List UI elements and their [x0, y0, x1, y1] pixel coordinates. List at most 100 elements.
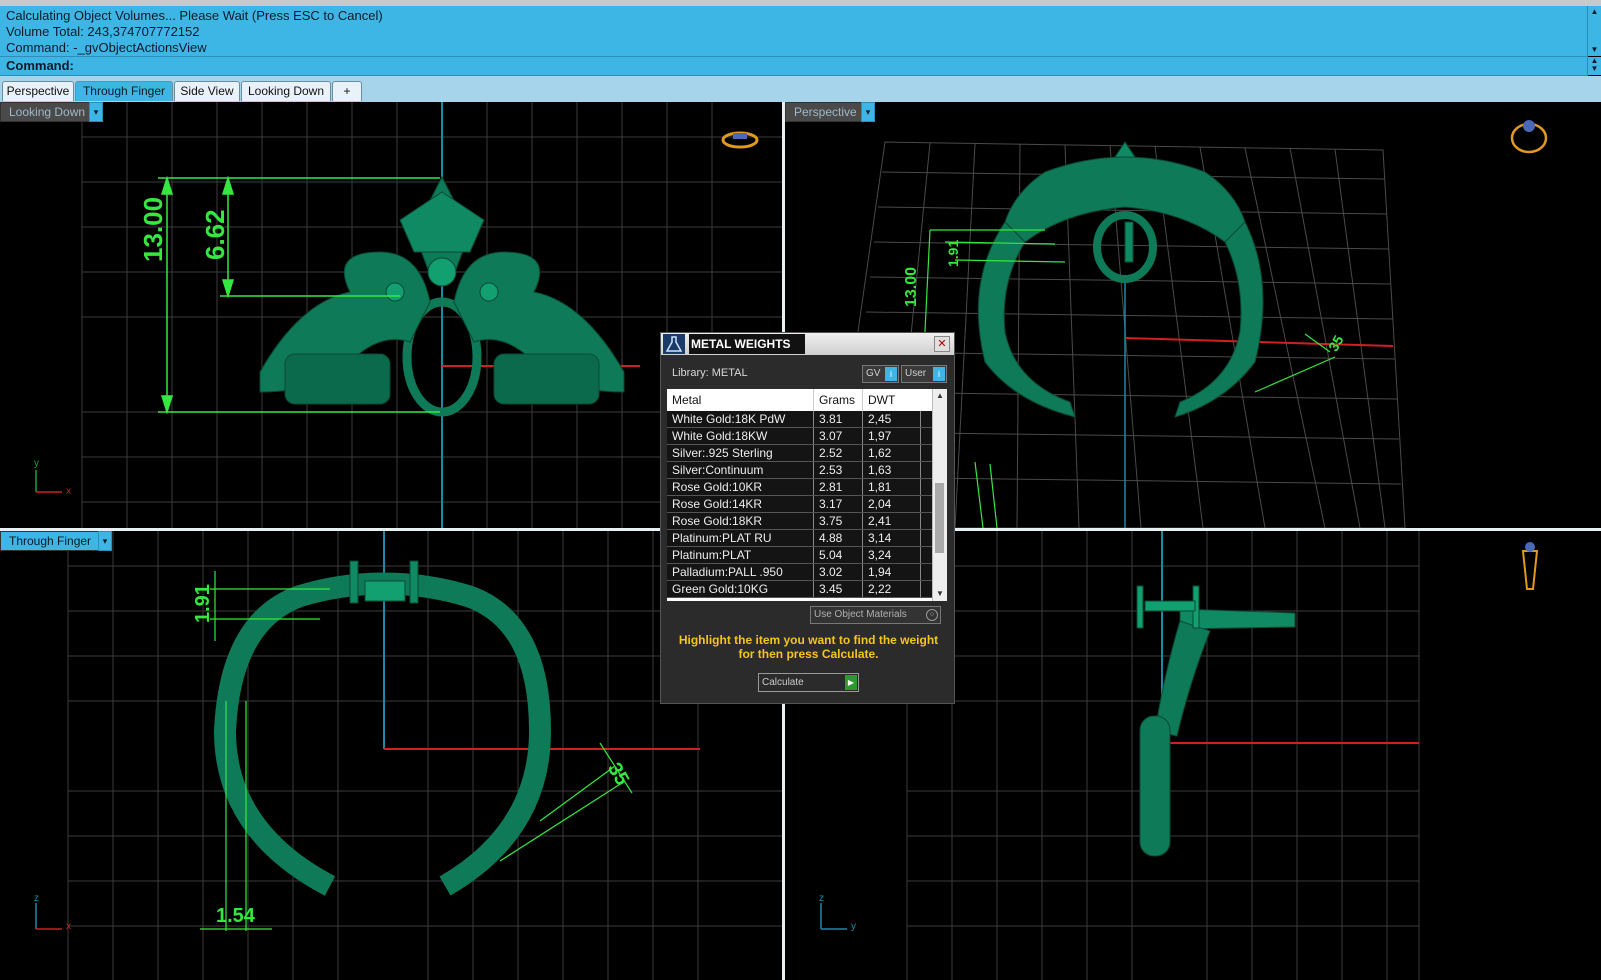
metal-table: Metal Grams DWT White Gold:18K PdW 3.81 2,… [667, 389, 947, 601]
cell-metal: Platinum:PLAT RU [667, 530, 814, 546]
command-spinner[interactable]: ▲ ▼ [1587, 57, 1601, 75]
library-label: Library: METAL [672, 367, 748, 379]
table-row[interactable]: Rose Gold:18KR 3.75 2,41 [667, 513, 933, 530]
cell-dwt: 1,94 [863, 564, 921, 580]
info-icon: i [933, 367, 945, 381]
table-row[interactable]: White Gold:18K PdW 3.81 2,45 [667, 411, 933, 428]
column-metal[interactable]: Metal [667, 389, 814, 411]
cell-dwt: 1,81 [863, 479, 921, 495]
dialog-title-bar[interactable]: METAL WEIGHTS ✕ [661, 333, 954, 355]
table-row[interactable]: Silver:.925 Sterling 2.52 1,62 [667, 445, 933, 462]
table-scrollbar[interactable]: ▲ ▼ [932, 389, 947, 601]
cell-dwt: 2,22 [863, 581, 921, 597]
radio-icon: ○ [926, 609, 938, 621]
axis-z-label: z [34, 893, 39, 904]
cell-grams: 3.75 [814, 513, 863, 529]
cell-metal: Green Gold:10KG [667, 581, 814, 597]
scroll-up-icon[interactable]: ▲ [1588, 8, 1601, 16]
table-row[interactable]: Rose Gold:14KR 3.17 2,04 [667, 496, 933, 513]
cell-grams: 3.45 [814, 581, 863, 597]
cell-grams: 2.81 [814, 479, 863, 495]
command-history: Calculating Object Volumes... Please Wai… [0, 6, 1588, 57]
add-tab-button[interactable]: + [332, 81, 362, 101]
cell-dwt: 2,45 [863, 411, 921, 427]
cell-metal: Silver:.925 Sterling [667, 445, 814, 461]
cell-grams: 4.88 [814, 530, 863, 546]
table-row[interactable]: Platinum:PLAT 5.04 3,24 [667, 547, 933, 564]
tab-through-finger[interactable]: Through Finger [75, 81, 173, 101]
column-grams[interactable]: Grams [814, 389, 863, 411]
cell-metal: Silver:Continuum [667, 462, 814, 478]
instruction-text: Highlight the item you want to find the … [678, 633, 939, 661]
flask-icon [663, 334, 685, 354]
viewport-dropdown-icon[interactable]: ▾ [89, 102, 103, 122]
table-row[interactable]: White Gold:18KW 3.07 1,97 [667, 428, 933, 445]
cell-dwt: 3,24 [863, 547, 921, 563]
cell-grams: 5.04 [814, 547, 863, 563]
axis-x-label: x [66, 921, 71, 932]
table-row[interactable]: Palladium:PALL .950 3.02 1,94 [667, 564, 933, 581]
viewport-tab-bar: Perspective Through Finger Side View Loo… [0, 76, 1601, 102]
history-scrollbar[interactable]: ▲ ▼ [1587, 6, 1601, 56]
gv-library-toggle[interactable]: GV i [862, 365, 899, 383]
command-prompt: Command: [6, 58, 74, 73]
cell-metal: Rose Gold:14KR [667, 496, 814, 512]
user-label: User [905, 368, 927, 379]
cell-metal: White Gold:18K PdW [667, 411, 814, 427]
tab-perspective[interactable]: Perspective [2, 81, 74, 101]
persp-dim-1-91: 1.91 [945, 239, 961, 267]
viewport-dropdown-icon[interactable]: ▾ [861, 102, 875, 122]
table-row[interactable]: Silver:Continuum 2.53 1,63 [667, 462, 933, 479]
table-row[interactable]: Platinum:PLAT RU 4.88 3,14 [667, 530, 933, 547]
scroll-thumb[interactable] [935, 483, 944, 553]
cell-grams: 2.53 [814, 462, 863, 478]
dim-13-00: 13.00 [138, 196, 168, 262]
cell-dwt: 2,04 [863, 496, 921, 512]
history-line-2: Volume Total: 243,374707772152 [6, 24, 200, 39]
scroll-down-icon[interactable]: ▼ [1588, 46, 1601, 54]
user-library-toggle[interactable]: User i [901, 365, 947, 383]
cell-dwt: 2,41 [863, 513, 921, 529]
spin-down-icon[interactable]: ▼ [1588, 65, 1601, 73]
viewport-label-through-finger[interactable]: Through Finger [0, 531, 102, 551]
cell-dwt: 1,63 [863, 462, 921, 478]
tab-looking-down[interactable]: Looking Down [241, 81, 331, 101]
command-line[interactable]: Command: [0, 57, 1588, 76]
use-object-materials-label: Use Object Materials [814, 609, 907, 620]
cell-metal: Rose Gold:18KR [667, 513, 814, 529]
cell-metal: Rose Gold:10KR [667, 479, 814, 495]
viewport-label-perspective[interactable]: Perspective [785, 102, 863, 122]
cell-metal: Palladium:PALL .950 [667, 564, 814, 580]
table-row[interactable]: Rose Gold:10KR 2.81 1,81 [667, 479, 933, 496]
axis-x-label: x [66, 486, 71, 497]
tf-dim-1-91: 1.91 [192, 584, 214, 623]
persp-dim-13-00: 13.00 [903, 266, 920, 307]
cell-dwt: 3,14 [863, 530, 921, 546]
history-line-1: Calculating Object Volumes... Please Wai… [6, 8, 383, 23]
axis-z-label: z [819, 893, 824, 904]
column-dwt[interactable]: DWT [863, 389, 933, 411]
calculate-label: Calculate [762, 677, 804, 688]
tf-dim-1-54: 1.54 [216, 905, 255, 927]
calculate-button[interactable]: Calculate ▶ [758, 673, 859, 692]
cell-grams: 3.17 [814, 496, 863, 512]
dim-6-62: 6.62 [200, 209, 230, 260]
cell-metal: Platinum:PLAT [667, 547, 814, 563]
viewport-dropdown-icon[interactable]: ▾ [98, 531, 112, 551]
cell-grams: 3.02 [814, 564, 863, 580]
cell-grams: 3.07 [814, 428, 863, 444]
cell-grams: 3.81 [814, 411, 863, 427]
cell-grams: 2.52 [814, 445, 863, 461]
dialog-title: METAL WEIGHTS [689, 334, 805, 354]
table-header: Metal Grams DWT [667, 389, 933, 411]
play-icon: ▶ [845, 675, 857, 690]
scroll-up-icon[interactable]: ▲ [933, 391, 947, 400]
info-icon: i [885, 367, 897, 381]
use-object-materials-toggle[interactable]: Use Object Materials ○ [810, 606, 941, 624]
axis-y-label: y [34, 458, 39, 469]
scroll-down-icon[interactable]: ▼ [933, 589, 947, 598]
viewport-label-looking-down[interactable]: Looking Down [0, 102, 92, 122]
table-row[interactable]: Green Gold:10KG 3.45 2,22 [667, 581, 933, 598]
close-icon[interactable]: ✕ [934, 336, 950, 352]
tab-side-view[interactable]: Side View [174, 81, 240, 101]
